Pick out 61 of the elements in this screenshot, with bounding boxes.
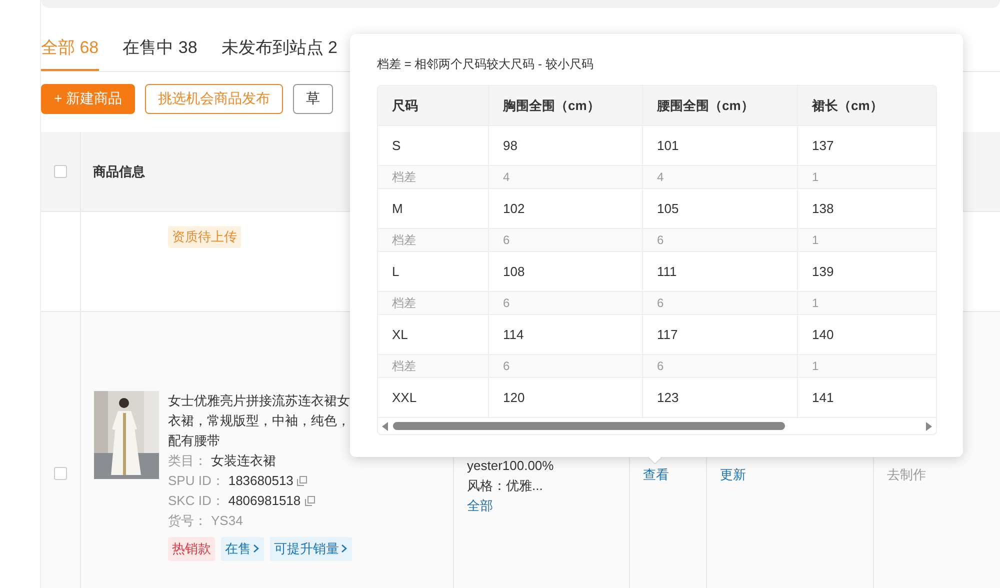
grade-cell: 4 (643, 166, 798, 189)
product-title: 衣裙，常规版型，中袖，纯色， (168, 412, 351, 430)
scroll-right-icon[interactable] (925, 422, 932, 430)
grade-cell: 1 (798, 355, 936, 378)
chevron-icon (253, 544, 260, 553)
checkbox[interactable] (54, 467, 67, 480)
attribute-text: yester100.00% (467, 457, 554, 475)
id-value: 4806981518 (228, 492, 301, 510)
column-header: 腰围全围（cm） (643, 86, 798, 126)
scroll-left-icon[interactable] (382, 422, 389, 430)
column-header: 尺码 (378, 86, 489, 126)
hot-tag: 热销款 (168, 537, 215, 561)
field-label: SKC ID： (168, 492, 224, 510)
grade-cell: 4 (489, 166, 643, 189)
tab[interactable]: 全部 68 (41, 36, 99, 71)
grade-cell: 档差 (378, 229, 489, 252)
grade-cell: 1 (798, 292, 936, 315)
create-button[interactable]: + 新建商品 (41, 84, 136, 114)
column-header: 裙长（cm） (798, 86, 936, 126)
update-link[interactable]: 更新 (720, 467, 746, 482)
scrollbar-thumb[interactable] (393, 422, 785, 430)
category-value: 女装连衣裙 (211, 452, 276, 470)
all-link[interactable]: 全部 (467, 496, 493, 516)
table-cell: 141 (798, 378, 936, 418)
grade-cell: 6 (643, 292, 798, 315)
action-button[interactable]: 草 (293, 84, 334, 114)
id-value: 183680513 (228, 472, 294, 490)
grade-cell: 6 (489, 229, 643, 252)
grade-cell: 1 (798, 229, 936, 252)
grade-cell: 6 (489, 292, 643, 315)
column-header: 商品信息 (92, 162, 145, 180)
status-link[interactable]: 在售 (221, 537, 264, 561)
grade-cell: 档差 (378, 355, 489, 378)
action-button[interactable]: 挑选机会商品发布 (145, 84, 284, 114)
grade-cell: 档差 (378, 166, 489, 189)
table-cell: XXL (378, 378, 489, 418)
field-label: 货号： (168, 512, 207, 530)
grade-cell: 6 (489, 355, 643, 378)
table-cell: 120 (489, 378, 643, 418)
status-link[interactable]: 可提升销量 (270, 537, 352, 561)
field-label: 类目： (168, 452, 207, 470)
product-title: 配有腰带 (168, 432, 221, 450)
popover-note: 档差 = 相邻两个尺码较大尺码 - 较小尺码 (377, 56, 594, 73)
status-tag: 资质待上传 (168, 226, 241, 248)
field-label: SPU ID： (168, 472, 224, 490)
checkbox[interactable] (54, 165, 67, 178)
tab[interactable]: 在售中 38 (122, 36, 198, 71)
grade-cell: 6 (643, 229, 798, 252)
chevron-icon (341, 544, 348, 553)
sku-value: YS34 (211, 512, 243, 530)
copy-icon[interactable] (297, 476, 308, 486)
tab[interactable]: 未发布到站点 2 (221, 36, 338, 71)
product-title: 女士优雅亮片拼接流苏连衣裙女 (168, 392, 351, 410)
attribute-text: 风格：优雅... (467, 477, 543, 495)
table-cell: 123 (643, 378, 798, 418)
grade-cell: 6 (643, 355, 798, 378)
grade-cell: 档差 (378, 292, 489, 315)
column-header: 胸围全围（cm） (489, 86, 643, 126)
view-link[interactable]: 查看 (643, 467, 669, 482)
copy-icon[interactable] (304, 496, 315, 506)
grade-cell: 1 (798, 166, 936, 189)
